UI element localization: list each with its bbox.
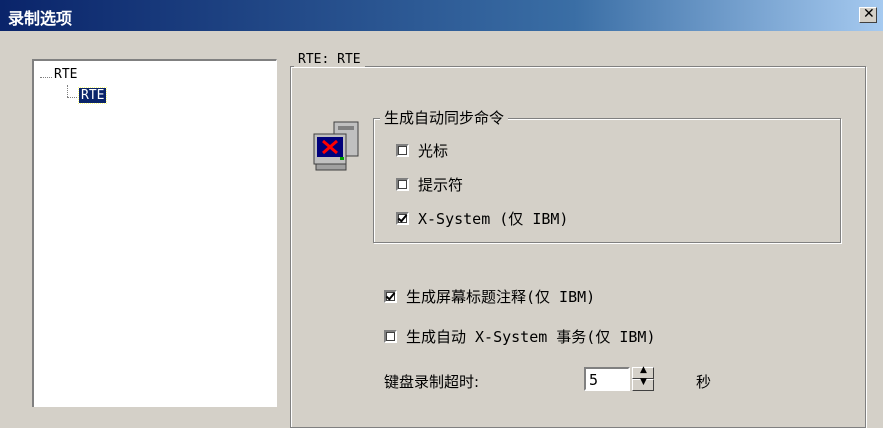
prompt-checkbox[interactable] [396,178,409,191]
prompt-label: 提示符 [418,176,464,194]
title-bar: 录制选项 ✕ [0,0,883,31]
cursor-checkbox-row[interactable]: 光标 [396,140,448,161]
screen-title-label: 生成屏幕标题注释(仅 IBM) [406,288,596,306]
xsystem-checkbox[interactable] [396,212,409,225]
rte-group-legend: RTE: RTE [294,52,365,67]
prompt-checkbox-row[interactable]: 提示符 [396,174,463,195]
spin-up-icon: ▲ [640,365,647,375]
window-title: 录制选项 [8,9,73,28]
spin-down-icon: ▼ [640,377,647,387]
timeout-spinner[interactable]: ▲ ▼ [632,365,654,391]
timeout-unit: 秒 [696,373,712,391]
timeout-label: 键盘录制超时: [384,373,480,391]
tree-connector [67,85,68,97]
xsystem-label: X-System (仅 IBM) [418,210,569,228]
tree-item-rte-selected[interactable]: RTE [77,87,108,104]
timeout-input[interactable]: 5 [584,367,630,391]
xsystem-transaction-checkbox[interactable] [384,330,397,343]
spin-down-button[interactable]: ▼ [632,377,654,391]
tree-connector [67,97,77,98]
cursor-label: 光标 [418,142,449,160]
close-button[interactable]: ✕ [859,6,877,23]
cursor-checkbox[interactable] [396,144,409,157]
tree-connector [40,77,52,78]
close-icon: ✕ [863,6,875,22]
xsystem-transaction-checkbox-row[interactable]: 生成自动 X-System 事务(仅 IBM) [384,326,656,347]
screen-title-checkbox-row[interactable]: 生成屏幕标题注释(仅 IBM) [384,286,595,307]
tree-item-root[interactable]: RTE [54,67,77,82]
xsystem-checkbox-row[interactable]: X-System (仅 IBM) [396,208,568,229]
options-tree[interactable]: RTE RTE [32,59,277,407]
xsystem-transaction-label: 生成自动 X-System 事务(仅 IBM) [406,328,656,346]
timeout-value: 5 [589,371,599,389]
screen-title-checkbox[interactable] [384,290,397,303]
sync-commands-legend: 生成自动同步命令 [380,107,509,128]
terminal-x-icon [313,121,359,171]
